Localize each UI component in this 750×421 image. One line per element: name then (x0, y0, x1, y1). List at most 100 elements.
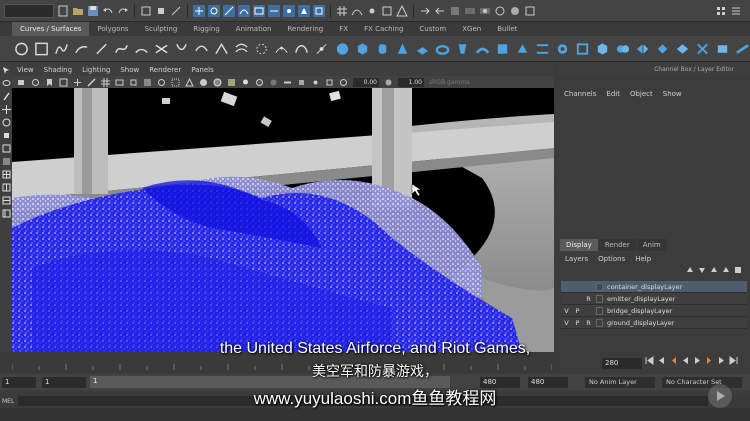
lasso-tool-icon[interactable] (2, 79, 11, 88)
nurbs-cube-icon[interactable] (355, 41, 370, 57)
outliner-pane-icon[interactable] (2, 209, 11, 218)
viewport-menu-lighting[interactable]: Lighting (82, 64, 110, 76)
grid-icon[interactable] (101, 77, 110, 87)
layer-row[interactable]: container_displayLayer (561, 281, 747, 293)
select-rendering-icon[interactable] (298, 4, 310, 17)
select-hierarchy-icon[interactable] (140, 5, 152, 17)
lights-icon[interactable] (241, 78, 250, 87)
nurbs-square-icon[interactable] (34, 41, 49, 57)
bevel-plus-icon[interactable] (555, 41, 570, 57)
workspace-settings-icon[interactable] (730, 5, 742, 17)
scale-tool-icon[interactable] (2, 131, 11, 140)
birail-icon[interactable] (535, 41, 550, 57)
ep-curve-icon[interactable] (74, 41, 89, 57)
shelf-tab-sculpting[interactable]: Sculpting (137, 22, 186, 36)
shadows-icon[interactable] (255, 78, 264, 87)
gamma-field[interactable]: 1.00 (398, 77, 424, 87)
nurbs-plane-icon[interactable] (415, 41, 430, 57)
shelf-tab-bullet[interactable]: Bullet (489, 22, 525, 36)
layer-row[interactable]: R emitter_displayLayer (561, 293, 747, 305)
two-d-pan-icon[interactable] (73, 78, 82, 87)
rebuild-surfaces-icon[interactable] (735, 41, 750, 57)
boundary-icon[interactable] (575, 41, 590, 57)
pick-mask-icon[interactable] (193, 4, 205, 17)
loft-icon[interactable] (475, 41, 490, 57)
shelf-tab-fx-caching[interactable]: FX Caching (356, 22, 411, 36)
save-scene-icon[interactable] (87, 5, 99, 17)
rotate-tool-icon[interactable] (2, 118, 11, 127)
attach-surfaces-icon[interactable] (615, 41, 630, 57)
shelf-tab-polygons[interactable]: Polygons (89, 22, 136, 36)
attach-curves-icon[interactable] (154, 41, 169, 57)
layer-playback-toggle[interactable]: P (572, 319, 583, 327)
shelf-tab-curves-surfaces[interactable]: Curves / Surfaces (12, 22, 90, 36)
snap-grid-icon[interactable] (336, 5, 348, 17)
undo-icon[interactable] (102, 5, 114, 17)
last-tool-icon[interactable] (2, 144, 11, 153)
camera-attributes-icon[interactable] (31, 78, 40, 87)
wireframe-icon[interactable] (185, 77, 194, 87)
make-live-icon[interactable] (396, 4, 408, 17)
paint-select-icon[interactable] (2, 92, 11, 101)
side-by-side-icon[interactable] (2, 183, 11, 192)
persp-graph-icon[interactable] (2, 196, 11, 205)
wireframe-on-shaded-icon[interactable] (213, 78, 222, 87)
select-curves-icon[interactable] (238, 4, 250, 17)
layer-menu-layers[interactable]: Layers (565, 253, 588, 265)
ipr-render-icon[interactable] (479, 5, 491, 17)
pencil-curve-icon[interactable] (94, 41, 109, 57)
workspace-icon[interactable] (715, 5, 727, 17)
select-dynamics-icon[interactable] (283, 4, 295, 17)
snap-point-icon[interactable] (366, 5, 378, 17)
shelf-tab-rendering[interactable]: Rendering (279, 22, 331, 36)
shelf-tab-fx[interactable]: FX (331, 22, 356, 36)
new-layer-from-selection-icon[interactable] (722, 266, 730, 274)
cv-curve-icon[interactable] (54, 41, 69, 57)
shelf-tab-animation[interactable]: Animation (228, 22, 280, 36)
safe-action-icon[interactable] (171, 78, 180, 87)
render-settings-icon[interactable] (494, 5, 506, 17)
planar-icon[interactable] (495, 41, 510, 57)
construction-history-icon[interactable] (449, 5, 461, 17)
channel-box-menu-channels[interactable]: Channels (564, 88, 596, 100)
extend-surfaces-icon[interactable] (715, 41, 730, 57)
nurbs-torus-icon[interactable] (435, 41, 450, 57)
extend-curve-icon[interactable] (214, 41, 229, 57)
extrude-icon[interactable] (515, 41, 530, 57)
layer-row[interactable]: V P R ground_displayLayer (561, 317, 747, 329)
hypershade-icon[interactable] (509, 5, 521, 17)
smooth-shade-icon[interactable] (199, 78, 208, 87)
move-layer-up-icon[interactable] (686, 266, 694, 274)
single-pane-icon[interactable] (2, 157, 11, 166)
shelf-tab-xgen[interactable]: XGen (454, 22, 489, 36)
viewport-menu-shading[interactable]: Shading (44, 64, 72, 76)
arc-icon[interactable] (134, 41, 149, 57)
viewport-menu-show[interactable]: Show (120, 64, 139, 76)
square-surface-icon[interactable] (595, 41, 610, 57)
select-object-icon[interactable] (155, 5, 167, 17)
camera-icon[interactable] (17, 78, 26, 87)
xray-icon[interactable] (339, 78, 348, 87)
layer-row[interactable]: V P bridge_displayLayer (561, 305, 747, 317)
layer-display-type-toggle[interactable]: R (583, 319, 594, 327)
gamma-icon[interactable] (384, 78, 393, 87)
four-pane-icon[interactable] (2, 170, 11, 179)
channel-box-menu-object[interactable]: Object (630, 88, 653, 100)
depth-of-field-icon[interactable] (311, 78, 320, 87)
select-handles-icon[interactable] (208, 4, 220, 17)
motion-blur-icon[interactable] (283, 78, 292, 87)
detach-curves-icon[interactable] (174, 41, 189, 57)
layer-color-swatch[interactable] (596, 282, 603, 291)
viewport-menu-view[interactable]: View (17, 64, 34, 76)
layer-visibility-toggle[interactable]: V (561, 307, 572, 315)
shelf-tab-rigging[interactable]: Rigging (185, 22, 228, 36)
channel-box-menu-show[interactable]: Show (663, 88, 682, 100)
open-close-surfaces-icon[interactable] (675, 41, 690, 57)
snap-curve-icon[interactable] (351, 5, 363, 17)
insert-knot-icon[interactable] (194, 41, 209, 57)
revolve-icon[interactable] (455, 41, 470, 57)
new-empty-layer-icon[interactable] (710, 266, 718, 274)
ambient-occlusion-icon[interactable] (269, 78, 278, 87)
tab-anim[interactable]: Anim (636, 239, 667, 251)
nurbs-cone-icon[interactable] (395, 41, 410, 57)
